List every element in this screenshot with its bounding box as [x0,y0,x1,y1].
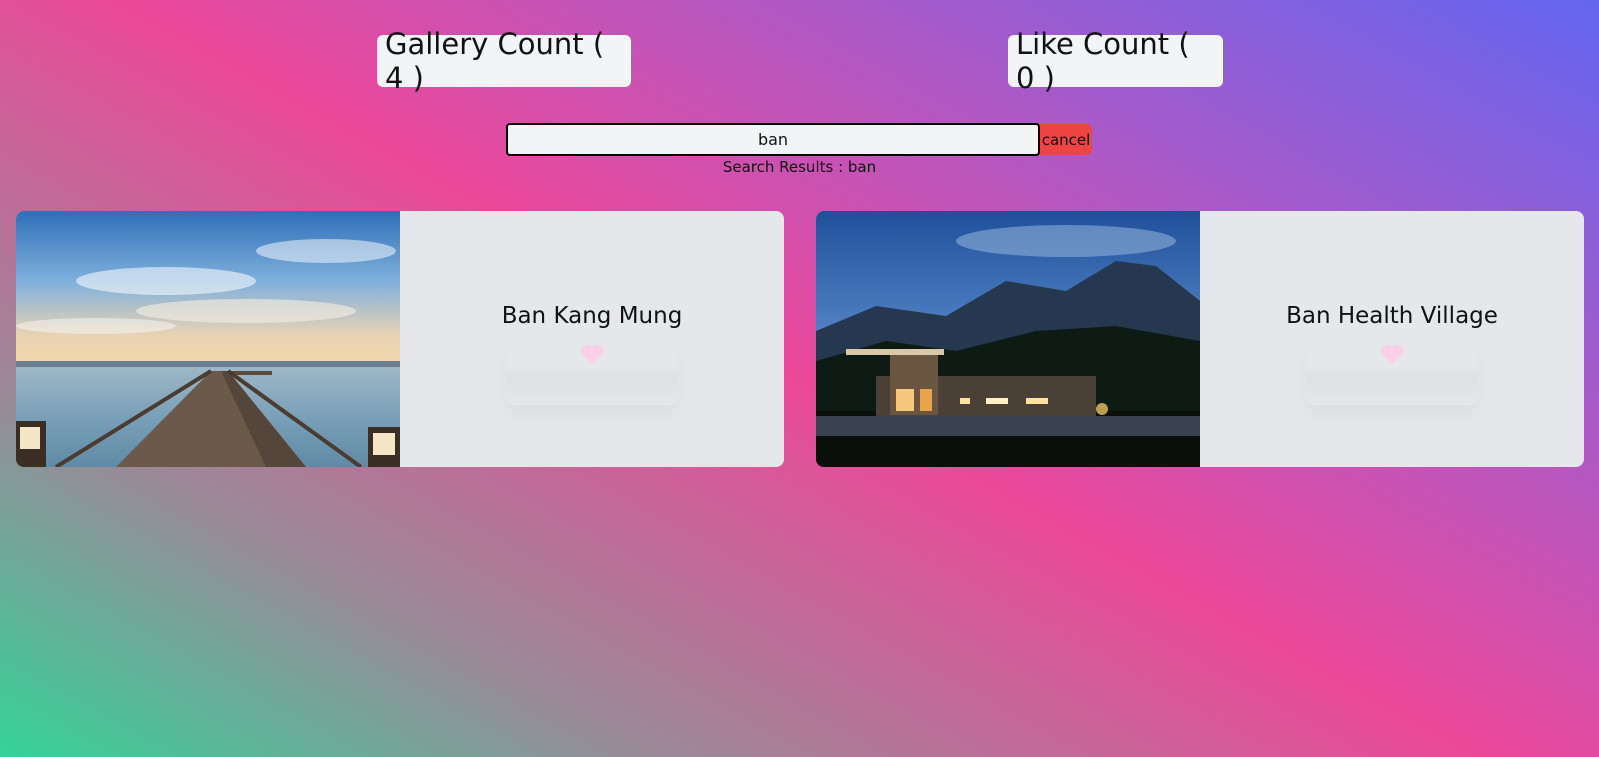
pier-sunset-image [16,211,400,467]
search-bar: cancel [506,123,1092,156]
gallery-card: Ban Kang Mung [16,211,784,467]
like-area [1307,341,1477,405]
card-body: Ban Health Village [1200,211,1584,467]
night-house-image [816,211,1200,467]
heart-icon[interactable] [580,343,604,365]
search-results-query: ban [847,158,877,176]
cancel-button[interactable]: cancel [1040,124,1092,155]
like-count: Like Count ( 0 ) [1008,27,1223,95]
card-image-village [816,211,1200,467]
card-body: Ban Kang Mung [400,211,784,467]
like-area [507,341,677,405]
card-title: Ban Health Village [1286,303,1498,329]
card-title: Ban Kang Mung [501,303,683,329]
card-image-pier [16,211,400,467]
search-results-label: Search Results : [722,158,848,176]
search-results: Search Results : ban [0,158,1599,176]
gallery-count: Gallery Count ( 4 ) [377,27,631,95]
heart-icon[interactable] [1380,343,1404,365]
gallery-card: Ban Health Village [816,211,1584,467]
search-input[interactable] [506,123,1040,156]
